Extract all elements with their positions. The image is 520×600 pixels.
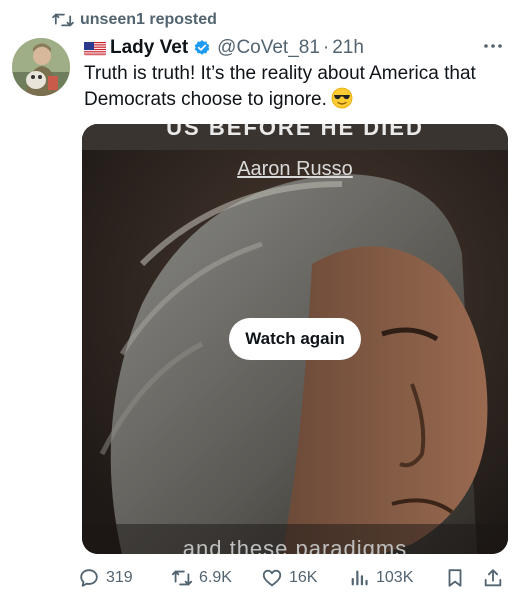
- repost-indicator[interactable]: unseen1 reposted: [52, 10, 217, 30]
- author-handle[interactable]: @CoVet_81: [217, 37, 320, 59]
- separator-dot: ·: [322, 37, 330, 58]
- bookmark-icon: [448, 569, 462, 587]
- us-flag-icon: [84, 41, 106, 56]
- video-caption-bottom: and these paradigms: [182, 536, 408, 554]
- action-bar: 319 6.9K 16K 103K: [78, 566, 508, 590]
- share-icon: [484, 569, 502, 587]
- repost-label: unseen1 reposted: [80, 11, 217, 28]
- watch-again-button[interactable]: Watch again: [229, 318, 361, 360]
- share-button[interactable]: [482, 566, 504, 590]
- tweet-timestamp[interactable]: 21h: [332, 37, 364, 59]
- views-chart-icon: [351, 570, 368, 586]
- tweet-card[interactable]: unseen1 reposted Lady Vet @CoVet_81 · 21…: [0, 0, 520, 600]
- video-caption-name: Aaron Russo: [237, 158, 353, 180]
- views-count: 103K: [376, 569, 414, 586]
- bookmark-button[interactable]: [444, 566, 466, 590]
- tweet-text: Truth is truth! It’s the reality about A…: [84, 61, 514, 113]
- like-count: 16K: [289, 569, 318, 586]
- repost-icon: [52, 11, 74, 29]
- heart-icon: [262, 569, 282, 587]
- views-button[interactable]: 103K: [348, 566, 413, 590]
- tweet-header: Lady Vet @CoVet_81 · 21h: [84, 36, 504, 60]
- reply-button[interactable]: 319: [78, 566, 133, 590]
- sunglasses-emoji-icon: [331, 87, 353, 109]
- author-display-name[interactable]: Lady Vet: [110, 37, 188, 59]
- repost-count: 6.9K: [199, 569, 232, 586]
- like-button[interactable]: 16K: [261, 566, 317, 590]
- tweet-body: Truth is truth! It’s the reality about A…: [84, 63, 476, 110]
- reply-count: 319: [106, 569, 133, 586]
- repost-action-icon: [171, 570, 193, 586]
- more-options-icon[interactable]: [482, 42, 504, 50]
- video-caption-top: US BEFORE HE DIED: [166, 124, 424, 140]
- reply-icon: [80, 569, 98, 587]
- video-player[interactable]: US BEFORE HE DIED Aaron Russo and these …: [82, 124, 508, 554]
- verified-badge-icon[interactable]: [193, 39, 211, 57]
- repost-button[interactable]: 6.9K: [171, 566, 232, 590]
- avatar[interactable]: [12, 38, 70, 96]
